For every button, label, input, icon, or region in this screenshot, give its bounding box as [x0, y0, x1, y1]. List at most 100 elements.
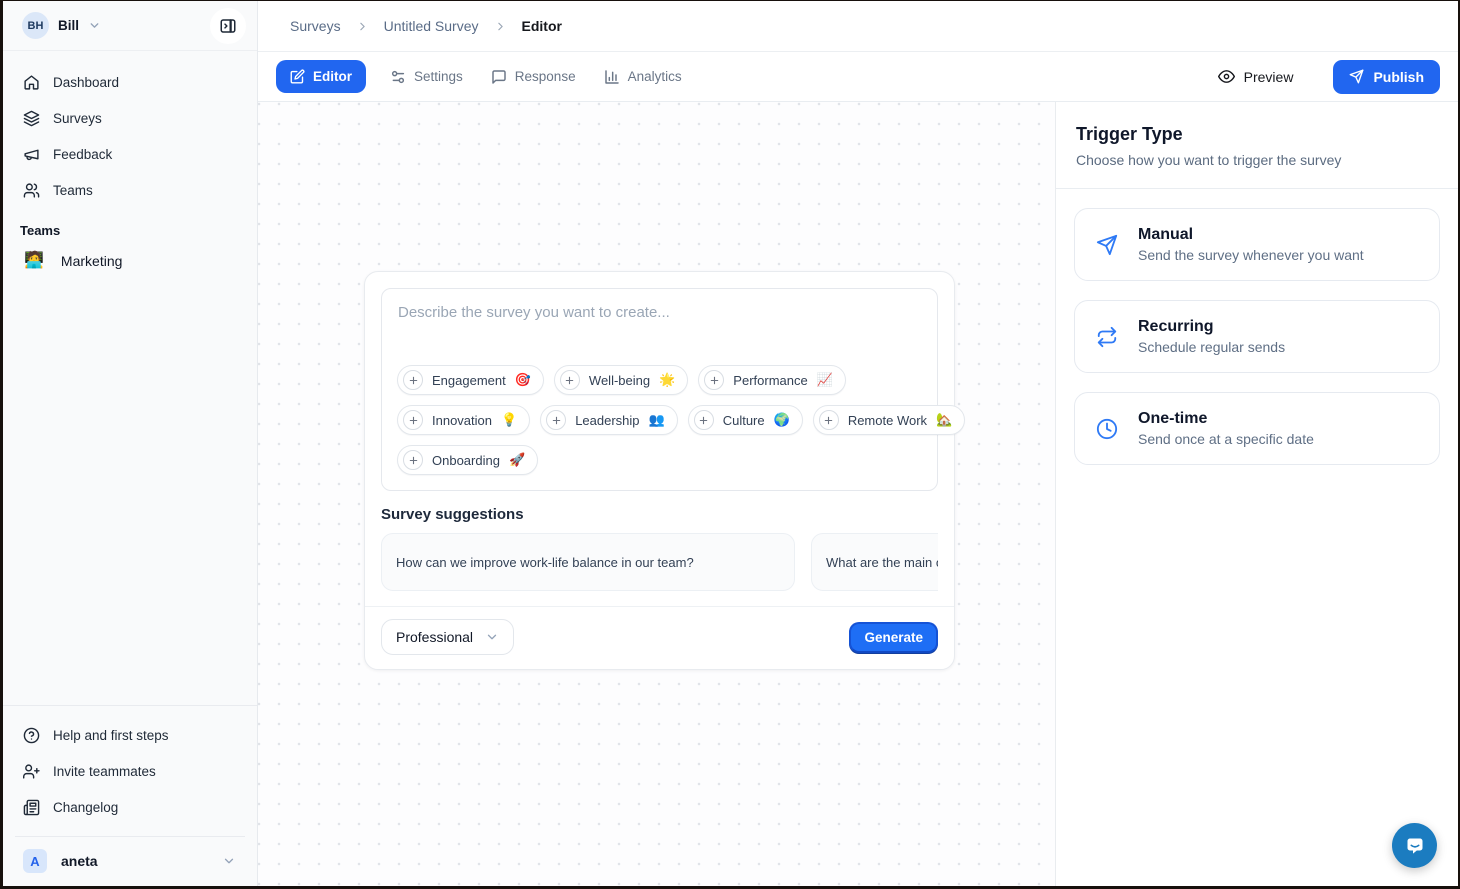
sidebar-item-label: Feedback [53, 147, 112, 162]
tab-settings[interactable]: Settings [386, 61, 467, 93]
tone-select[interactable]: Professional [381, 619, 514, 655]
chevron-right-icon [494, 20, 507, 33]
trigger-option-recurring[interactable]: Recurring Schedule regular sends [1074, 300, 1440, 373]
plus-icon [403, 410, 423, 430]
option-description: Schedule regular sends [1138, 339, 1285, 355]
send-icon [1349, 69, 1364, 84]
chip-label: Remote Work [848, 413, 927, 428]
chip-engagement[interactable]: Engagement 🎯 [397, 365, 544, 395]
user-avatar: A [23, 849, 47, 873]
panel-title: Trigger Type [1076, 124, 1438, 145]
breadcrumb-surveys[interactable]: Surveys [290, 18, 341, 34]
user-plus-icon [23, 763, 40, 780]
app-window: BH Bill Dashboard Surveys [3, 1, 1458, 886]
chip-emoji: 📈 [817, 372, 833, 388]
suggestion-card[interactable]: What are the main ob [811, 533, 938, 591]
publish-label: Publish [1373, 69, 1424, 85]
send-icon [1096, 234, 1118, 256]
suggestion-card[interactable]: How can we improve work-life balance in … [381, 533, 795, 591]
tab-response[interactable]: Response [487, 61, 580, 93]
generate-button[interactable]: Generate [849, 622, 938, 653]
sidebar-item-teams[interactable]: Teams [15, 173, 245, 207]
publish-button[interactable]: Publish [1333, 60, 1440, 94]
option-description: Send the survey whenever you want [1138, 247, 1364, 263]
preview-button[interactable]: Preview [1218, 68, 1294, 85]
repeat-icon [1096, 326, 1118, 348]
chip-culture[interactable]: Culture 🌍 [688, 405, 803, 435]
plus-icon [403, 370, 423, 390]
sidebar: BH Bill Dashboard Surveys [3, 1, 258, 886]
sidebar-item-label: Invite teammates [53, 764, 156, 779]
chip-innovation[interactable]: Innovation 💡 [397, 405, 530, 435]
tab-editor[interactable]: Editor [276, 60, 366, 93]
chevron-down-icon [88, 19, 101, 32]
plus-icon [694, 410, 714, 430]
chip-label: Onboarding [432, 453, 500, 468]
trigger-options: Manual Send the survey whenever you want… [1056, 189, 1458, 484]
sidebar-footer: Help and first steps Invite teammates Ch… [3, 705, 257, 886]
plus-icon [403, 450, 423, 470]
sidebar-item-label: Surveys [53, 111, 102, 126]
sidebar-nav: Dashboard Surveys Feedback Teams [3, 51, 257, 207]
sidebar-item-label: Changelog [53, 800, 118, 815]
bar-chart-icon [604, 69, 620, 85]
sliders-icon [390, 69, 406, 85]
sidebar-item-help[interactable]: Help and first steps [15, 718, 245, 752]
user-name: aneta [61, 853, 98, 869]
pencil-square-icon [290, 69, 305, 84]
tab-label: Settings [414, 69, 463, 84]
sidebar-item-surveys[interactable]: Surveys [15, 101, 245, 135]
tab-label: Editor [313, 69, 352, 84]
newspaper-icon [23, 799, 40, 816]
chip-label: Leadership [575, 413, 639, 428]
users-icon [23, 182, 40, 199]
breadcrumb-untitled-survey[interactable]: Untitled Survey [384, 18, 479, 34]
chip-well-being[interactable]: Well-being 🌟 [554, 365, 688, 395]
chip-emoji: 🌍 [774, 412, 790, 428]
option-description: Send once at a specific date [1138, 431, 1314, 447]
tab-analytics[interactable]: Analytics [600, 61, 686, 93]
team-emoji: 🧑‍💻 [24, 253, 44, 269]
sidebar-team-marketing[interactable]: 🧑‍💻 Marketing [15, 242, 245, 280]
sidebar-item-feedback[interactable]: Feedback [15, 137, 245, 171]
survey-description-input[interactable] [382, 289, 937, 365]
trigger-option-one-time[interactable]: One-time Send once at a specific date [1074, 392, 1440, 465]
sidebar-collapse-button[interactable] [210, 8, 246, 44]
sidebar-item-label: Teams [53, 183, 93, 198]
chip-label: Engagement [432, 373, 506, 388]
main-area: Surveys Untitled Survey Editor Editor Se… [258, 1, 1458, 886]
breadcrumb: Surveys Untitled Survey Editor [258, 1, 1458, 52]
generator-footer: Professional Generate [365, 606, 954, 669]
editor-toolbar: Editor Settings Response Analytics Previ… [258, 52, 1458, 102]
plus-icon [704, 370, 724, 390]
chip-emoji: 🌟 [659, 372, 675, 388]
user-menu[interactable]: A aneta [15, 836, 245, 886]
plus-icon [560, 370, 580, 390]
megaphone-icon [23, 146, 40, 163]
workspace-switcher[interactable]: BH Bill [3, 1, 257, 51]
chip-leadership[interactable]: Leadership 👥 [540, 405, 678, 435]
chat-launcher-button[interactable] [1392, 823, 1437, 868]
sidebar-item-dashboard[interactable]: Dashboard [15, 65, 245, 99]
sidebar-item-changelog[interactable]: Changelog [15, 790, 245, 824]
teams-section-heading: Teams [20, 223, 257, 238]
sidebar-item-label: Dashboard [53, 75, 119, 90]
sidebar-item-invite[interactable]: Invite teammates [15, 754, 245, 788]
prompt-composer: Engagement 🎯 Well-being 🌟 [381, 288, 938, 491]
trigger-option-manual[interactable]: Manual Send the survey whenever you want [1074, 208, 1440, 281]
trigger-panel-header: Trigger Type Choose how you want to trig… [1056, 102, 1458, 189]
breadcrumb-editor: Editor [522, 18, 562, 34]
clock-icon [1096, 418, 1118, 440]
chip-remote-work[interactable]: Remote Work 🏡 [813, 405, 965, 435]
chip-emoji: 💡 [501, 412, 517, 428]
chip-label: Performance [733, 373, 807, 388]
message-square-icon [491, 69, 507, 85]
plus-icon [546, 410, 566, 430]
suggestions-row: How can we improve work-life balance in … [381, 533, 938, 591]
tab-label: Analytics [628, 69, 682, 84]
eye-icon [1218, 68, 1235, 85]
chip-onboarding[interactable]: Onboarding 🚀 [397, 445, 538, 475]
trigger-type-panel: Trigger Type Choose how you want to trig… [1055, 102, 1458, 886]
chip-performance[interactable]: Performance 📈 [698, 365, 846, 395]
editor-canvas[interactable]: Engagement 🎯 Well-being 🌟 [258, 102, 1055, 886]
